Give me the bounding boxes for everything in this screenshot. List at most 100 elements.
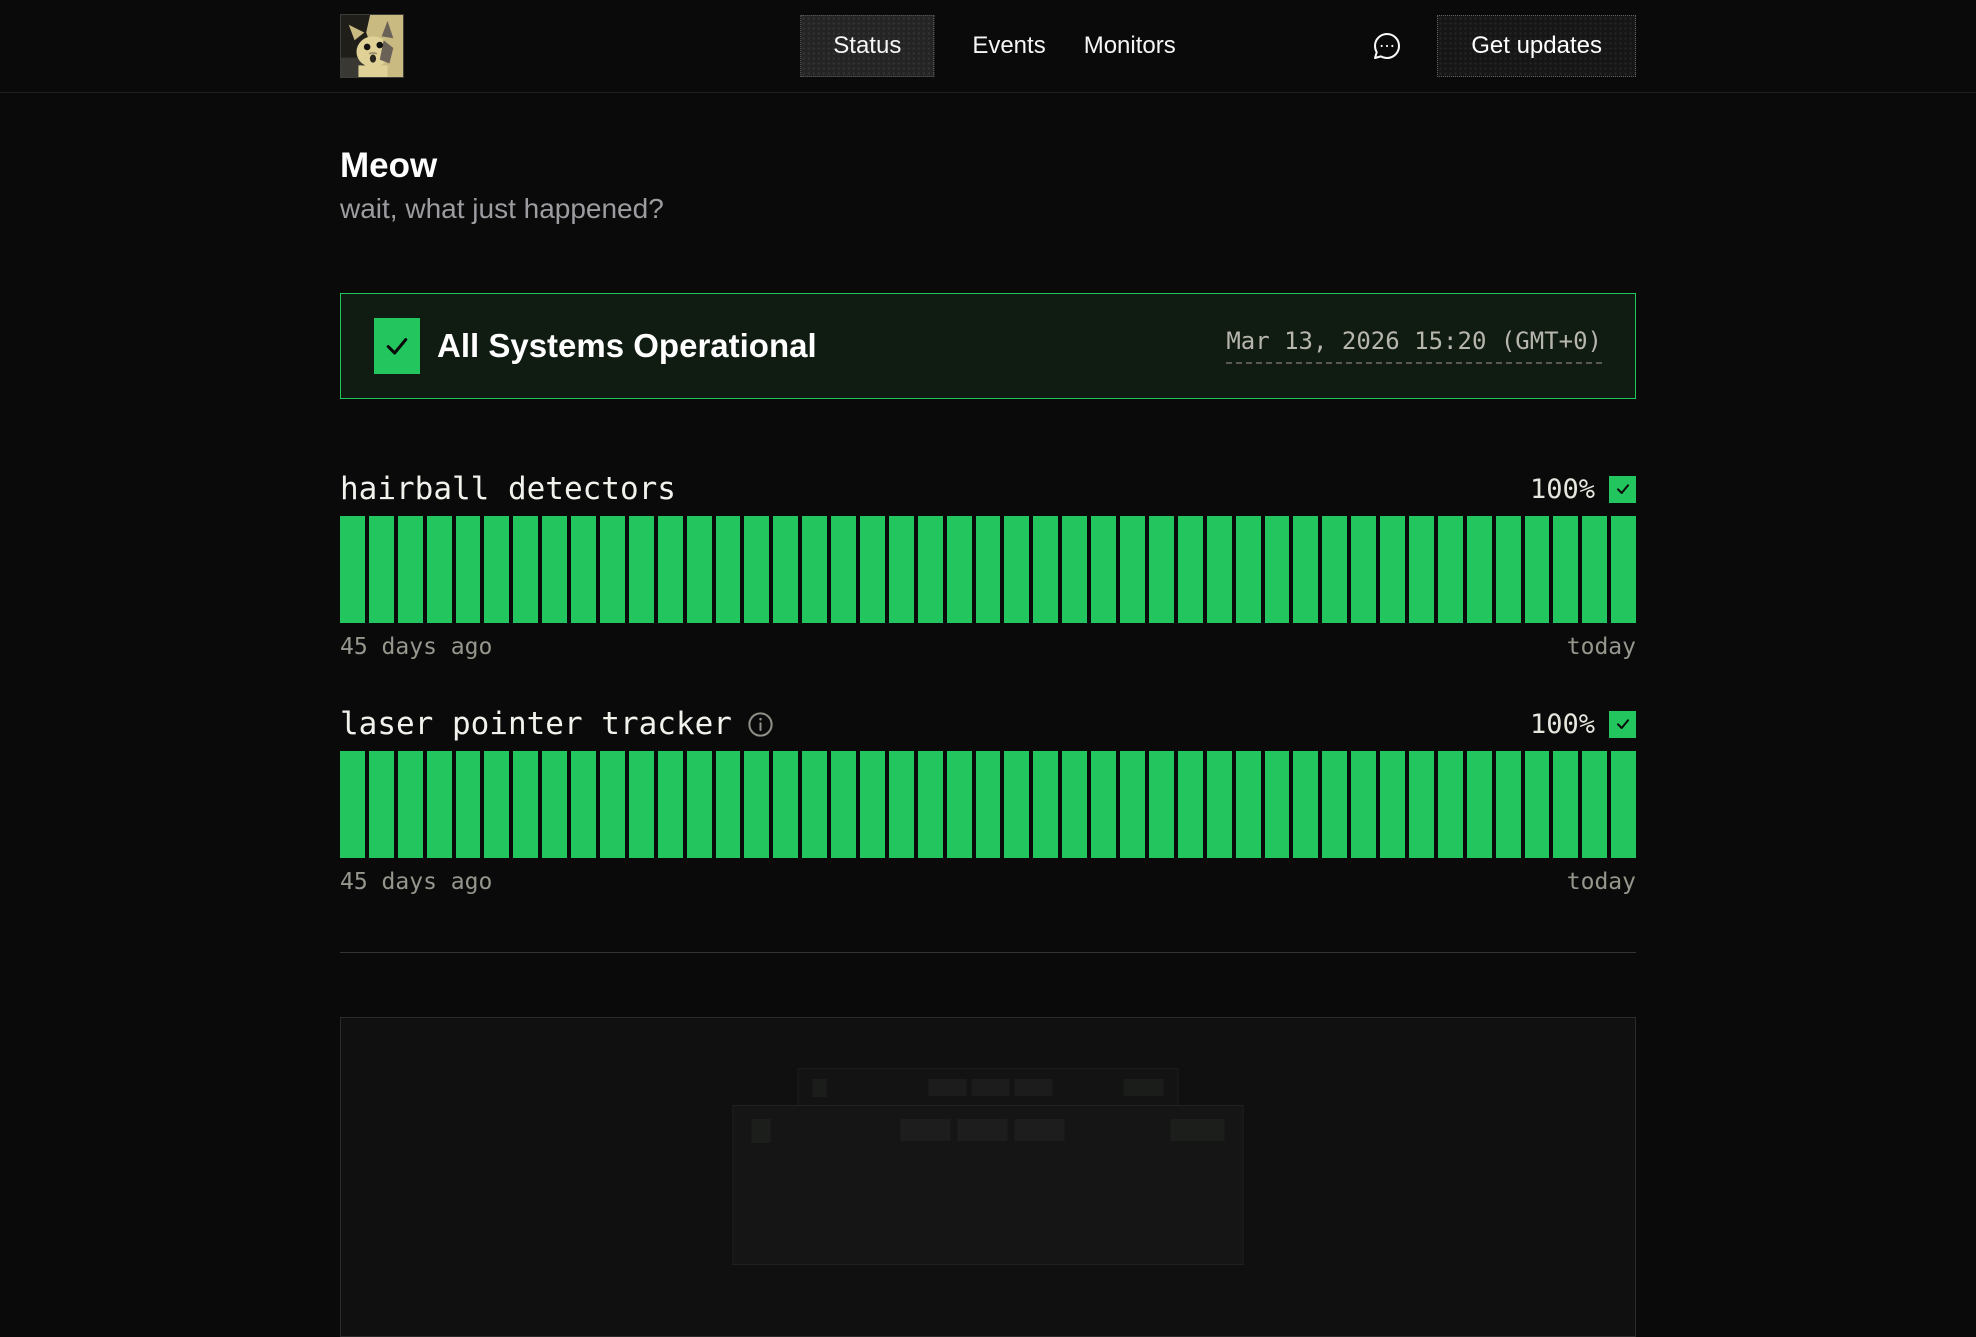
nav-tab-status[interactable]: Status xyxy=(800,15,934,77)
uptime-day-bar[interactable] xyxy=(1438,516,1463,623)
uptime-day-bar[interactable] xyxy=(744,516,769,623)
uptime-day-bar[interactable] xyxy=(1496,751,1521,858)
uptime-day-bar[interactable] xyxy=(1207,751,1232,858)
uptime-day-bar[interactable] xyxy=(976,751,1001,858)
nav-tab-monitors[interactable]: Monitors xyxy=(1084,15,1176,77)
uptime-day-bar[interactable] xyxy=(484,751,509,858)
uptime-day-bar[interactable] xyxy=(1265,751,1290,858)
uptime-day-bar[interactable] xyxy=(889,516,914,623)
uptime-day-bar[interactable] xyxy=(1611,751,1636,858)
uptime-day-bar[interactable] xyxy=(1120,751,1145,858)
uptime-day-bar[interactable] xyxy=(600,751,625,858)
uptime-day-bar[interactable] xyxy=(629,751,654,858)
uptime-day-bar[interactable] xyxy=(1120,516,1145,623)
uptime-day-bar[interactable] xyxy=(1409,751,1434,858)
uptime-day-bar[interactable] xyxy=(1178,516,1203,623)
uptime-day-bar[interactable] xyxy=(1178,751,1203,858)
uptime-day-bar[interactable] xyxy=(571,751,596,858)
banner-timestamp[interactable]: Mar 13, 2026 15:20 (GMT+0) xyxy=(1226,328,1602,365)
uptime-day-bar[interactable] xyxy=(947,751,972,858)
uptime-day-bar[interactable] xyxy=(918,751,943,858)
uptime-day-bar[interactable] xyxy=(1062,516,1087,623)
uptime-day-bar[interactable] xyxy=(542,751,567,858)
uptime-day-bar[interactable] xyxy=(340,751,365,858)
uptime-day-bar[interactable] xyxy=(571,516,596,623)
uptime-day-bar[interactable] xyxy=(456,516,481,623)
uptime-day-bar[interactable] xyxy=(1409,516,1434,623)
uptime-day-bar[interactable] xyxy=(1380,751,1405,858)
uptime-day-bar[interactable] xyxy=(687,516,712,623)
uptime-day-bar[interactable] xyxy=(1236,751,1261,858)
uptime-day-bar[interactable] xyxy=(716,516,741,623)
uptime-day-bar[interactable] xyxy=(1582,516,1607,623)
monitor-info-icon[interactable] xyxy=(746,710,775,739)
uptime-day-bar[interactable] xyxy=(716,751,741,858)
uptime-day-bar[interactable] xyxy=(860,516,885,623)
uptime-day-bar[interactable] xyxy=(1293,751,1318,858)
uptime-day-bar[interactable] xyxy=(369,516,394,623)
uptime-day-bar[interactable] xyxy=(1004,751,1029,858)
axis-start-label: 45 days ago xyxy=(340,869,492,895)
section-divider xyxy=(340,952,1636,953)
uptime-day-bar[interactable] xyxy=(1525,751,1550,858)
uptime-day-bar[interactable] xyxy=(831,751,856,858)
uptime-day-bar[interactable] xyxy=(542,516,567,623)
uptime-day-bar[interactable] xyxy=(860,751,885,858)
uptime-day-bar[interactable] xyxy=(1351,751,1376,858)
uptime-day-bar[interactable] xyxy=(600,516,625,623)
uptime-day-bar[interactable] xyxy=(629,516,654,623)
uptime-day-bar[interactable] xyxy=(1351,516,1376,623)
uptime-day-bar[interactable] xyxy=(947,516,972,623)
uptime-day-bar[interactable] xyxy=(1438,751,1463,858)
uptime-day-bar[interactable] xyxy=(831,516,856,623)
uptime-day-bar[interactable] xyxy=(398,751,423,858)
uptime-day-bar[interactable] xyxy=(1525,516,1550,623)
uptime-day-bar[interactable] xyxy=(1553,516,1578,623)
uptime-day-bar[interactable] xyxy=(773,516,798,623)
uptime-day-bar[interactable] xyxy=(976,516,1001,623)
nav-tab-events[interactable]: Events xyxy=(972,15,1045,77)
uptime-day-bar[interactable] xyxy=(1467,751,1492,858)
uptime-day-bar[interactable] xyxy=(427,516,452,623)
uptime-day-bar[interactable] xyxy=(773,751,798,858)
get-updates-button[interactable]: Get updates xyxy=(1437,15,1636,77)
site-logo[interactable] xyxy=(340,14,404,78)
uptime-day-bar[interactable] xyxy=(1265,516,1290,623)
uptime-day-bar[interactable] xyxy=(398,516,423,623)
uptime-day-bar[interactable] xyxy=(1207,516,1232,623)
uptime-day-bar[interactable] xyxy=(1004,516,1029,623)
uptime-day-bar[interactable] xyxy=(802,751,827,858)
uptime-day-bar[interactable] xyxy=(1496,516,1521,623)
uptime-day-bar[interactable] xyxy=(1322,751,1347,858)
uptime-day-bar[interactable] xyxy=(513,516,538,623)
uptime-day-bar[interactable] xyxy=(1149,751,1174,858)
uptime-day-bar[interactable] xyxy=(687,751,712,858)
uptime-day-bar[interactable] xyxy=(1091,516,1116,623)
uptime-day-bar[interactable] xyxy=(427,751,452,858)
uptime-day-bar[interactable] xyxy=(1322,516,1347,623)
uptime-day-bar[interactable] xyxy=(658,516,683,623)
uptime-day-bar[interactable] xyxy=(1236,516,1261,623)
uptime-day-bar[interactable] xyxy=(1611,516,1636,623)
uptime-day-bar[interactable] xyxy=(1582,751,1607,858)
uptime-day-bar[interactable] xyxy=(889,751,914,858)
uptime-day-bar[interactable] xyxy=(340,516,365,623)
uptime-day-bar[interactable] xyxy=(1033,516,1058,623)
uptime-day-bar[interactable] xyxy=(484,516,509,623)
uptime-day-bar[interactable] xyxy=(1033,751,1058,858)
uptime-day-bar[interactable] xyxy=(513,751,538,858)
uptime-day-bar[interactable] xyxy=(1380,516,1405,623)
uptime-day-bar[interactable] xyxy=(1467,516,1492,623)
uptime-day-bar[interactable] xyxy=(369,751,394,858)
uptime-day-bar[interactable] xyxy=(1149,516,1174,623)
uptime-day-bar[interactable] xyxy=(1553,751,1578,858)
uptime-day-bar[interactable] xyxy=(744,751,769,858)
uptime-day-bar[interactable] xyxy=(1091,751,1116,858)
uptime-day-bar[interactable] xyxy=(918,516,943,623)
uptime-day-bar[interactable] xyxy=(802,516,827,623)
uptime-day-bar[interactable] xyxy=(1293,516,1318,623)
uptime-day-bar[interactable] xyxy=(456,751,481,858)
uptime-day-bar[interactable] xyxy=(1062,751,1087,858)
feedback-chat-icon[interactable] xyxy=(1371,30,1403,62)
uptime-day-bar[interactable] xyxy=(658,751,683,858)
